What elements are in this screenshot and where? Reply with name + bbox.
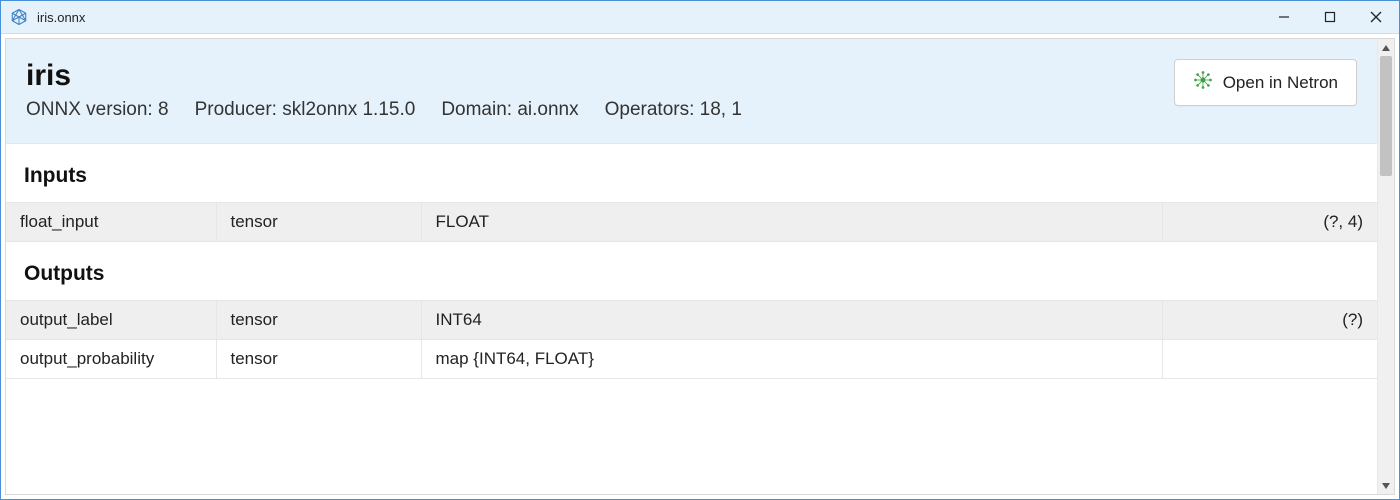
netron-icon bbox=[1193, 70, 1213, 95]
io-name: float_input bbox=[6, 203, 216, 242]
model-name: iris bbox=[26, 59, 1154, 93]
io-kind: tensor bbox=[216, 340, 421, 379]
table-row: output_label tensor INT64 (?) bbox=[6, 301, 1377, 340]
inputs-title: Inputs bbox=[6, 164, 1377, 202]
io-kind: tensor bbox=[216, 203, 421, 242]
io-shape: (?, 4) bbox=[1162, 203, 1377, 242]
table-row: output_probability tensor map {INT64, FL… bbox=[6, 340, 1377, 379]
scroll-thumb[interactable] bbox=[1380, 56, 1392, 176]
meta-domain: Domain: ai.onnx bbox=[441, 99, 578, 121]
outputs-title: Outputs bbox=[6, 262, 1377, 300]
open-in-netron-label: Open in Netron bbox=[1223, 73, 1338, 93]
scroll-up-arrow[interactable] bbox=[1378, 39, 1395, 56]
content-frame: iris ONNX version: 8 Producer: skl2onnx … bbox=[5, 38, 1395, 495]
io-dtype: map {INT64, FLOAT} bbox=[421, 340, 1162, 379]
open-in-netron-button[interactable]: Open in Netron bbox=[1174, 59, 1357, 106]
io-shape: (?) bbox=[1162, 301, 1377, 340]
io-name: output_label bbox=[6, 301, 216, 340]
scroll-track[interactable] bbox=[1378, 56, 1394, 477]
io-shape bbox=[1162, 340, 1377, 379]
io-name: output_probability bbox=[6, 340, 216, 379]
model-header: iris ONNX version: 8 Producer: skl2onnx … bbox=[6, 39, 1377, 144]
maximize-button[interactable] bbox=[1307, 1, 1353, 33]
meta-onnx-version: ONNX version: 8 bbox=[26, 99, 169, 121]
client-area: iris ONNX version: 8 Producer: skl2onnx … bbox=[1, 33, 1399, 499]
inputs-section: Inputs float_input tensor FLOAT (?, 4) bbox=[6, 144, 1377, 242]
io-dtype: FLOAT bbox=[421, 203, 1162, 242]
scroll-area: iris ONNX version: 8 Producer: skl2onnx … bbox=[6, 39, 1377, 494]
outputs-table: output_label tensor INT64 (?) output_pro… bbox=[6, 300, 1377, 379]
titlebar: iris.onnx bbox=[1, 1, 1399, 33]
table-row: float_input tensor FLOAT (?, 4) bbox=[6, 203, 1377, 242]
model-meta: ONNX version: 8 Producer: skl2onnx 1.15.… bbox=[26, 99, 1154, 121]
window-controls bbox=[1261, 1, 1399, 33]
minimize-button[interactable] bbox=[1261, 1, 1307, 33]
window-title: iris.onnx bbox=[37, 10, 85, 25]
close-button[interactable] bbox=[1353, 1, 1399, 33]
io-kind: tensor bbox=[216, 301, 421, 340]
outputs-section: Outputs output_label tensor INT64 (?) ou… bbox=[6, 242, 1377, 379]
app-window: iris.onnx iris ONNX bbox=[0, 0, 1400, 500]
inputs-table: float_input tensor FLOAT (?, 4) bbox=[6, 202, 1377, 242]
io-dtype: INT64 bbox=[421, 301, 1162, 340]
meta-producer: Producer: skl2onnx 1.15.0 bbox=[195, 99, 416, 121]
app-icon bbox=[9, 7, 29, 27]
vertical-scrollbar[interactable] bbox=[1377, 39, 1394, 494]
scroll-down-arrow[interactable] bbox=[1378, 477, 1395, 494]
meta-operators: Operators: 18, 1 bbox=[605, 99, 742, 121]
